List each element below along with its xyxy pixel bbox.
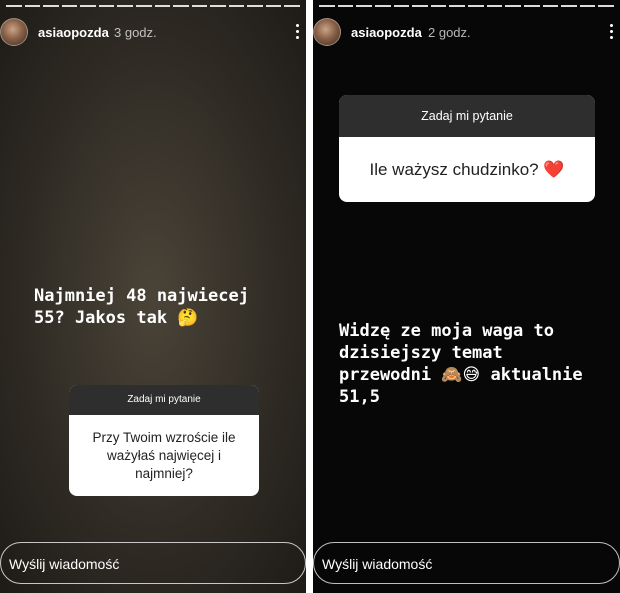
send-message-placeholder: Wyślij wiadomość: [322, 556, 433, 572]
story-header: asiaopozda 3 godz.: [0, 14, 306, 50]
post-time: 2 godz.: [428, 25, 471, 40]
question-text: Ile ważysz chudzinko? ❤️: [369, 159, 565, 179]
story-progress-bar: [6, 5, 300, 8]
send-message-placeholder: Wyślij wiadomość: [9, 556, 120, 572]
answer-text: Widzę ze moja waga to dzisiejszy temat p…: [339, 321, 583, 407]
profile-avatar[interactable]: [0, 18, 28, 46]
profile-avatar[interactable]: [313, 18, 341, 46]
username[interactable]: asiaopozda: [38, 25, 109, 40]
story-panel-right[interactable]: asiaopozda 2 godz. Zadaj mi pytanie Ile …: [313, 0, 620, 593]
answer-text: Najmniej 48 najwiecej 55? Jakos tak 🤔: [34, 286, 249, 328]
thinking-face-emoji: 🤔: [177, 308, 199, 328]
more-options-icon[interactable]: [296, 24, 300, 40]
post-time: 3 godz.: [114, 25, 157, 40]
story-header: asiaopozda 2 godz.: [313, 14, 620, 50]
question-text: Przy Twoim wzroście ile ważyłaś najwięce…: [92, 429, 236, 481]
question-sticker: Zadaj mi pytanie Ile ważysz chudzinko? ❤…: [339, 95, 595, 202]
story-panel-left[interactable]: asiaopozda 3 godz. Najmniej 48 najwiecej…: [0, 0, 306, 593]
send-message-input[interactable]: Wyślij wiadomość: [0, 542, 306, 584]
question-sticker-header: Zadaj mi pytanie: [69, 385, 259, 415]
story-progress-bar: [319, 5, 614, 8]
monkey-sweat-emoji: 🙈😅: [441, 365, 481, 385]
username[interactable]: asiaopozda: [351, 25, 422, 40]
send-message-input[interactable]: Wyślij wiadomość: [313, 542, 620, 584]
question-sticker: Zadaj mi pytanie Przy Twoim wzroście ile…: [69, 385, 259, 496]
more-options-icon[interactable]: [610, 24, 614, 40]
question-sticker-header: Zadaj mi pytanie: [339, 95, 595, 137]
